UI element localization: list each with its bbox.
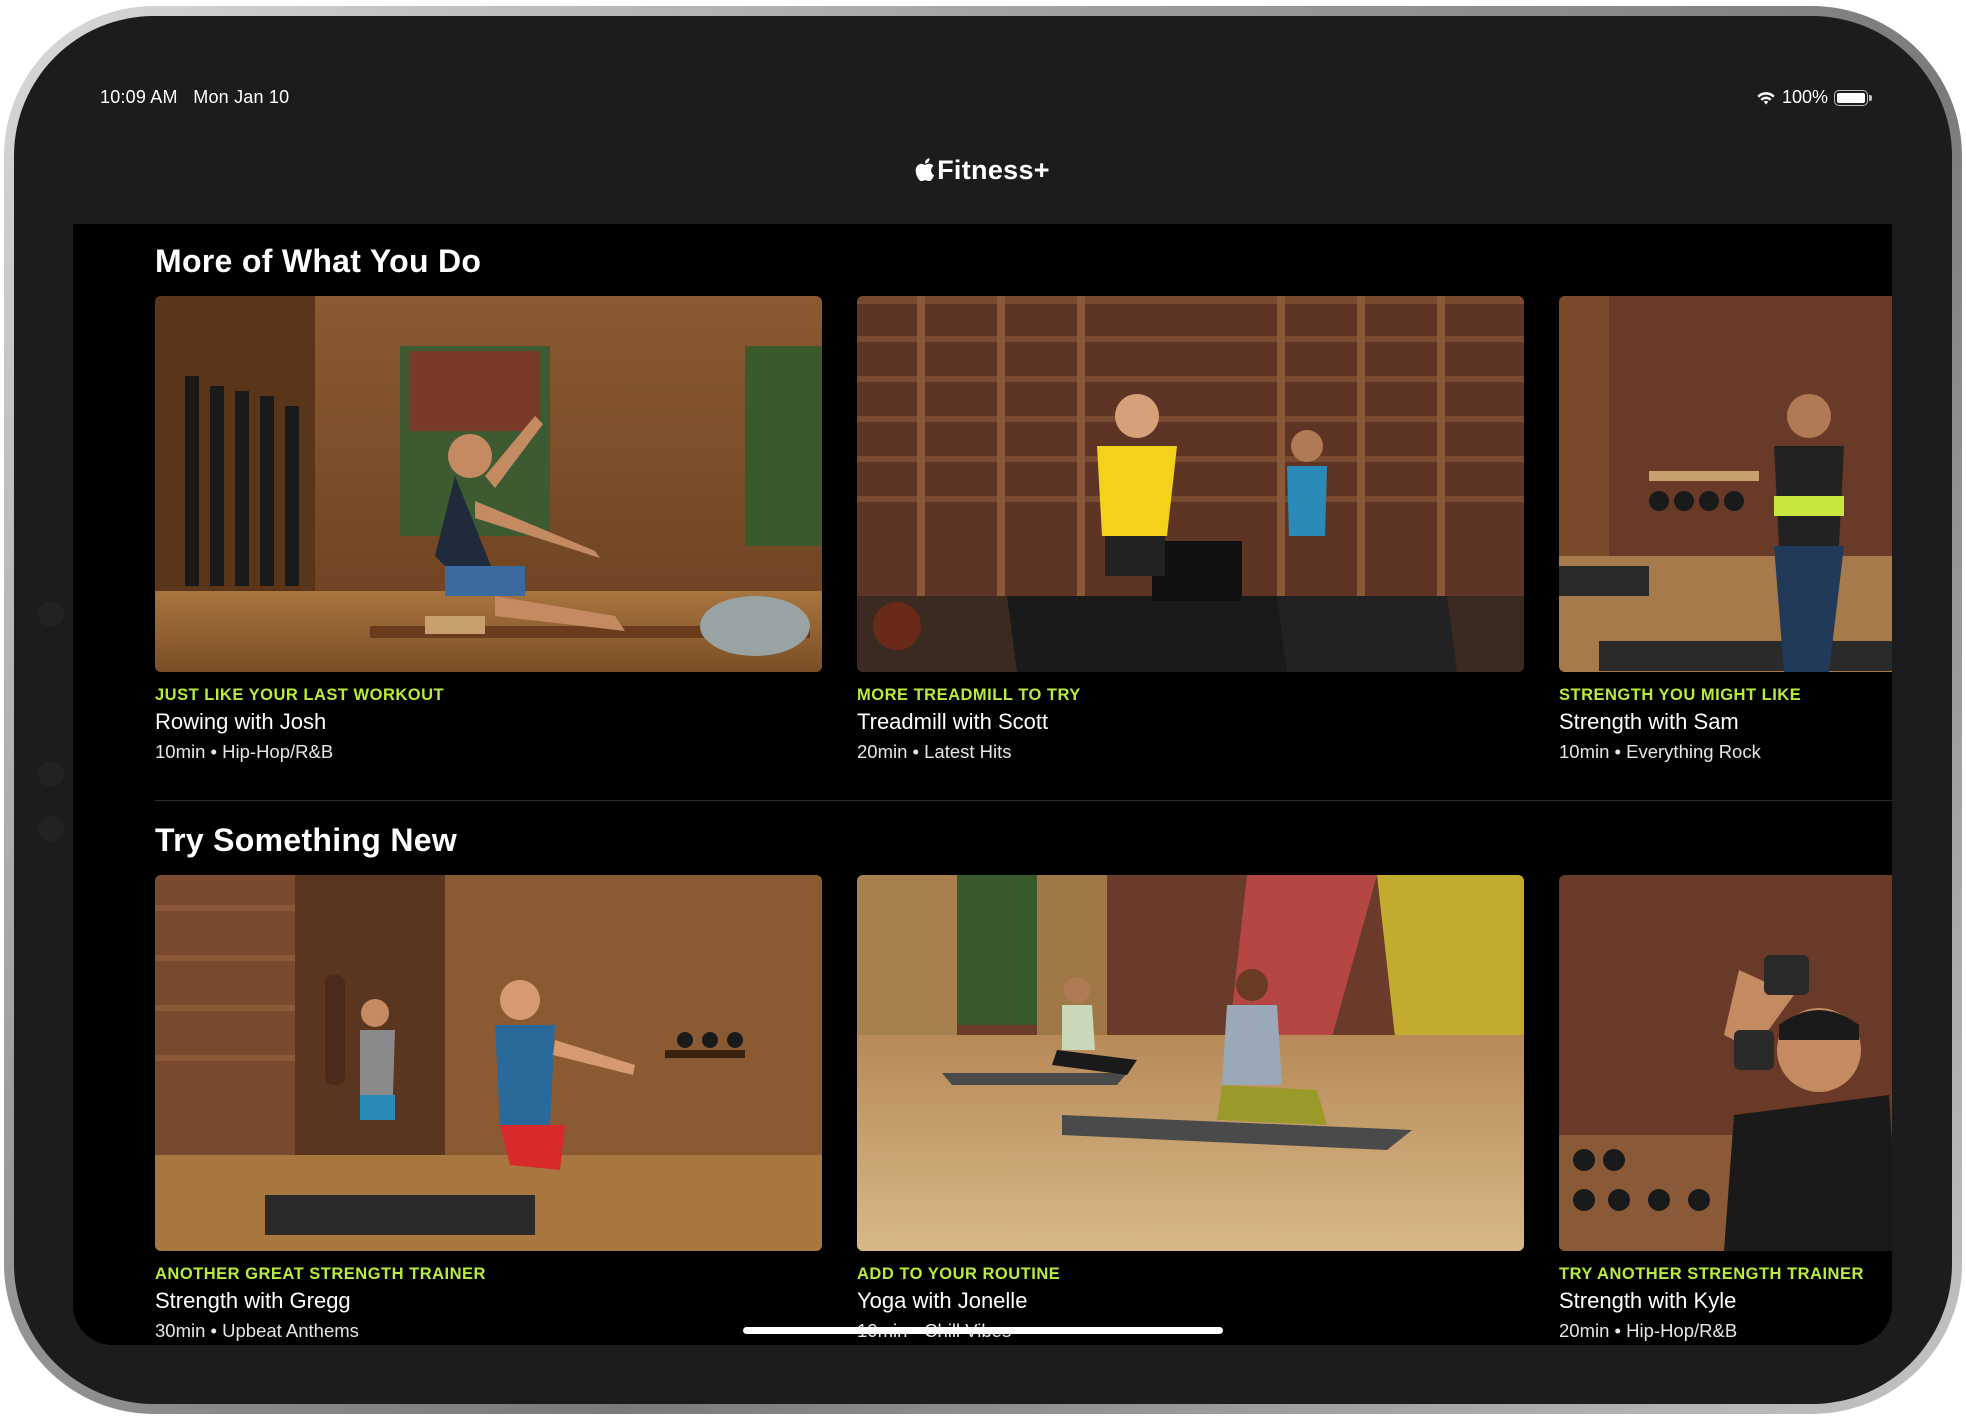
- workout-card-treadmill[interactable]: MORE TREADMILL TO TRY Treadmill with Sco…: [857, 296, 1524, 763]
- card-kicker: TRY ANOTHER STRENGTH TRAINER: [1559, 1265, 1864, 1283]
- content-scroll[interactable]: More of What You Do JUST LIKE YOUR LAST …: [73, 224, 1892, 1345]
- workout-card-rowing[interactable]: JUST LIKE YOUR LAST WORKOUT Rowing with …: [155, 296, 822, 763]
- card-meta: 10min • Everything Rock: [1559, 741, 1761, 762]
- date: Mon Jan 10: [193, 87, 290, 107]
- section-divider: [155, 800, 1892, 801]
- card-title: Strength with Sam: [1559, 709, 1739, 734]
- workout-card-strength-gregg[interactable]: ANOTHER GREAT STRENGTH TRAINER Strength …: [155, 875, 822, 1342]
- status-indicators: 100%: [1756, 87, 1872, 108]
- card-title: Treadmill with Scott: [857, 709, 1049, 734]
- workout-thumbnail[interactable]: [1559, 875, 1892, 1251]
- strength-workout-image: [1559, 296, 1892, 672]
- workout-thumbnail[interactable]: [857, 296, 1524, 672]
- home-indicator[interactable]: [743, 1327, 1223, 1334]
- side-sensor: [38, 761, 64, 787]
- card-title: Yoga with Jonelle: [857, 1288, 1028, 1313]
- card-kicker: STRENGTH YOU MIGHT LIKE: [1559, 686, 1802, 704]
- card-meta: 20min • Latest Hits: [857, 741, 1012, 762]
- card-kicker: JUST LIKE YOUR LAST WORKOUT: [155, 686, 445, 704]
- card-row: JUST LIKE YOUR LAST WORKOUT Rowing with …: [155, 296, 1892, 763]
- battery-percent: 100%: [1781, 87, 1828, 107]
- section-header: Try Something New: [155, 822, 457, 859]
- card-row: ANOTHER GREAT STRENGTH TRAINER Strength …: [155, 875, 1892, 1342]
- card-kicker: ANOTHER GREAT STRENGTH TRAINER: [155, 1265, 486, 1283]
- yoga-workout-image: [857, 875, 1524, 1251]
- strength-workout-image: [155, 875, 822, 1251]
- workout-thumbnail[interactable]: [155, 296, 822, 672]
- apple-logo-icon: [915, 158, 935, 182]
- side-sensor: [38, 816, 64, 842]
- wifi-icon: [1757, 91, 1775, 104]
- section-header: More of What You Do: [155, 243, 481, 280]
- brand-name: Fitness+: [937, 155, 1050, 185]
- status-time: 10:09 AM Mon Jan 10: [100, 87, 289, 108]
- treadmill-workout-image: [857, 296, 1524, 672]
- card-kicker: MORE TREADMILL TO TRY: [857, 686, 1081, 704]
- card-title: Strength with Kyle: [1559, 1288, 1737, 1313]
- card-title: Rowing with Josh: [155, 709, 327, 734]
- card-title: Strength with Gregg: [155, 1288, 351, 1313]
- strength-workout-image: [1559, 875, 1892, 1251]
- top-bar: 10:09 AM Mon Jan 10 100% Fitness+: [73, 75, 1892, 224]
- workout-thumbnail[interactable]: [857, 875, 1524, 1251]
- workout-thumbnail[interactable]: [155, 875, 822, 1251]
- card-meta: 20min • Hip-Hop/R&B: [1559, 1320, 1738, 1341]
- card-meta: 10min • Hip-Hop/R&B: [155, 741, 334, 762]
- screen: 10:09 AM Mon Jan 10 100% Fitness+ More o…: [73, 75, 1892, 1345]
- clock: 10:09 AM: [100, 87, 178, 107]
- card-kicker: ADD TO YOUR ROUTINE: [857, 1265, 1061, 1283]
- app-title: Fitness+: [73, 155, 1892, 186]
- workout-card-strength-kyle[interactable]: TRY ANOTHER STRENGTH TRAINER Strength wi…: [1559, 875, 1892, 1342]
- rowing-workout-image: [155, 296, 822, 672]
- workout-thumbnail[interactable]: [1559, 296, 1892, 672]
- section-title: Try Something New: [155, 822, 458, 858]
- card-meta: 30min • Upbeat Anthems: [155, 1320, 359, 1341]
- battery-icon: [1834, 89, 1872, 106]
- section-title: More of What You Do: [155, 243, 482, 279]
- side-sensor: [38, 601, 64, 627]
- workout-card-strength-sam[interactable]: STRENGTH YOU MIGHT LIKE Strength with Sa…: [1559, 296, 1892, 763]
- workout-card-yoga[interactable]: ADD TO YOUR ROUTINE Yoga with Jonelle 10…: [857, 875, 1524, 1342]
